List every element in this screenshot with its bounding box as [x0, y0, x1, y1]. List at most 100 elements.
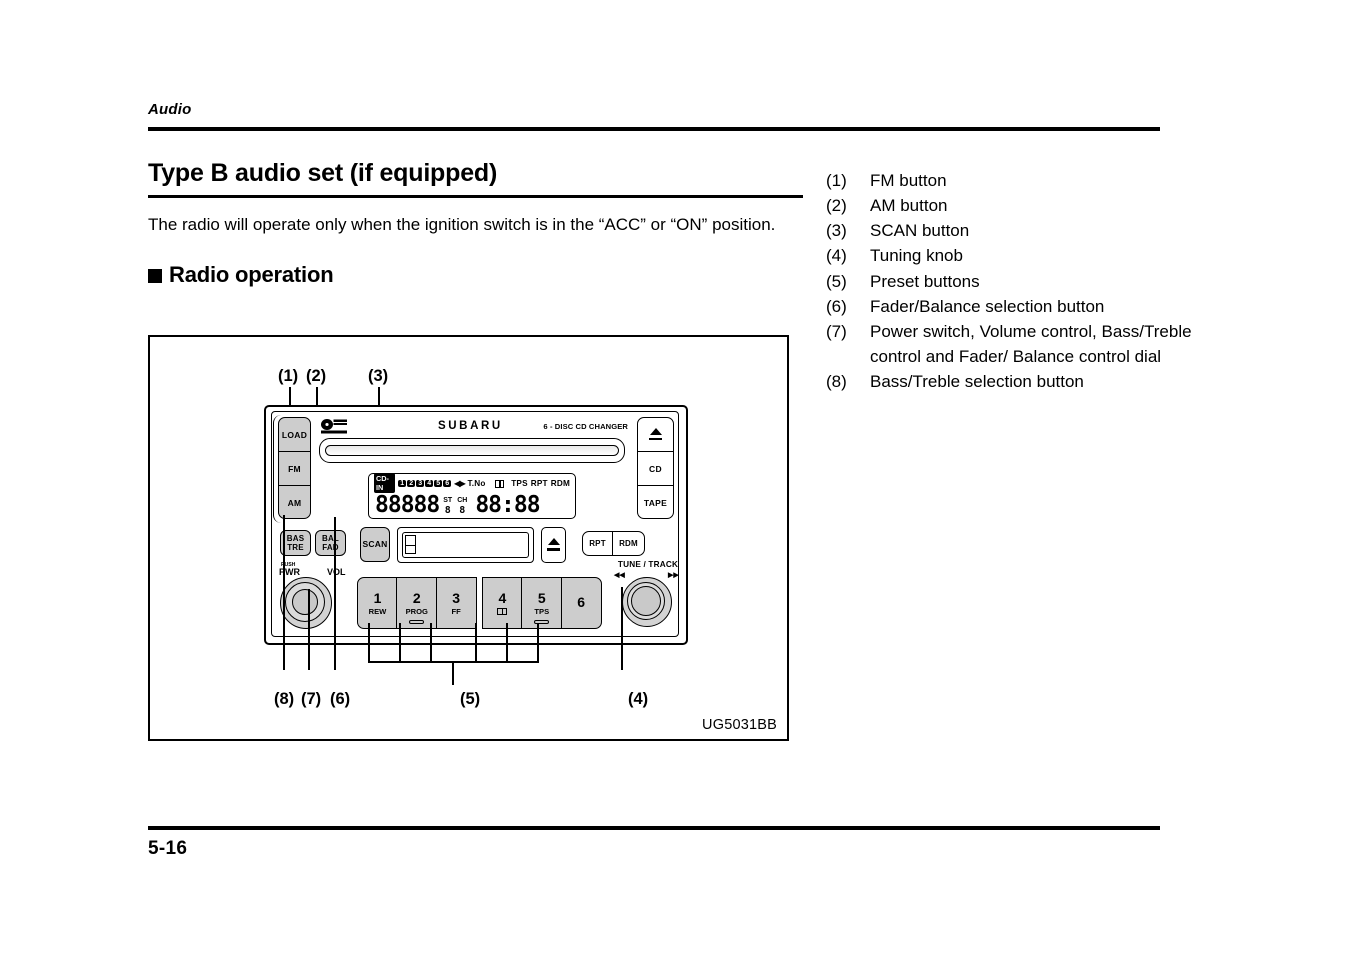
legend-5-number: (5): [826, 271, 847, 291]
chapter-header: Audio: [148, 101, 192, 118]
callout-line-5a: [368, 623, 371, 663]
load-button[interactable]: LOAD: [279, 418, 310, 452]
knob-center: [631, 586, 661, 616]
repeat-button[interactable]: RPT: [582, 531, 613, 556]
lcd-disc-4: 4: [425, 479, 434, 487]
content-column: Type B audio set (if equipped) The radio…: [148, 159, 808, 288]
legend-item-3: (3) SCAN button: [826, 218, 1226, 243]
preset-3-number: 3: [452, 589, 461, 606]
preset-1-sublabel: REW: [368, 606, 387, 616]
balance-fader-selection-button[interactable]: BAL FAD: [315, 530, 346, 556]
lcd-ch-digit: 8: [459, 505, 466, 516]
source-button-stack-right: CD TAPE: [637, 417, 674, 519]
fm-button[interactable]: FM: [279, 452, 310, 486]
callout-label-4: (4): [628, 690, 649, 708]
callout-line-4: [621, 587, 624, 670]
brand-row: SUBARU 6 - DISC CD CHANGER: [318, 417, 628, 439]
preset-5-number: 5: [537, 589, 546, 606]
balance-fader-line2: FAD: [322, 543, 339, 552]
seek-next-icon: ▶▶: [668, 572, 679, 579]
lcd-track-arrows-icon: ◀▶: [454, 478, 465, 488]
lcd-tps-indicator: TPS: [511, 478, 528, 488]
lcd-st-digit: 8: [444, 505, 451, 516]
callout-line-5f: [537, 623, 540, 663]
bass-treble-line1: BAS: [286, 533, 305, 543]
legend-5-text: Preset buttons: [870, 271, 980, 291]
legend-item-7: (7) Power switch, Volume control, Bass/T…: [826, 319, 1226, 369]
cd-button[interactable]: CD: [638, 452, 673, 486]
legend-item-4: (4) Tuning knob: [826, 243, 1226, 268]
preset-1-number: 1: [373, 589, 382, 606]
callout-label-8: (8): [274, 690, 295, 708]
legend-8-text: Bass/Treble selection button: [870, 372, 1084, 392]
lcd-main-digits: 88888: [375, 492, 440, 518]
title-underline: [148, 194, 803, 198]
random-button[interactable]: RDM: [612, 531, 645, 556]
callout-line-7: [308, 589, 311, 670]
tape-button[interactable]: TAPE: [638, 486, 673, 518]
eject-icon: [547, 538, 560, 551]
compact-disc-logo-icon: [321, 419, 347, 434]
lcd-display: CD-IN 1 2 3 4 5 6 ◀▶ T.No TPS RPT RDM 88…: [368, 473, 576, 519]
tuning-knob[interactable]: [622, 577, 672, 627]
preset-5-sublabel: TPS: [534, 606, 550, 616]
lcd-rdm-indicator: RDM: [550, 478, 570, 488]
lcd-digit-row: 88888 ST 8 CH 8 88:88: [375, 490, 569, 518]
dolby-noise-reduction-icon: [497, 607, 508, 616]
brand-name: SUBARU: [438, 420, 503, 432]
preset-button-6[interactable]: 6: [560, 577, 602, 629]
preset-button-5[interactable]: 5 TPS: [521, 577, 563, 629]
callout-line-5-stem: [452, 661, 455, 685]
preset-2-indicator: [409, 619, 425, 624]
preset-button-3[interactable]: 3 FF: [435, 577, 477, 629]
callout-label-3: (3): [368, 367, 389, 385]
radio-head-unit: LOAD FM AM CD TAPE SUBARU 6 - DISC CD CH…: [264, 405, 688, 645]
legend-6-number: (6): [826, 296, 847, 316]
legend-item-6: (6) Fader/Balance selection button: [826, 294, 1226, 319]
cd-eject-button[interactable]: [638, 418, 673, 452]
legend-item-2: (2) AM button: [826, 193, 1226, 218]
lcd-disc-6: 6: [443, 479, 452, 487]
legend-list: (1) FM button (2) AM button (3) SCAN but…: [826, 168, 1226, 394]
lcd-indicator-row: CD-IN 1 2 3 4 5 6 ◀▶ T.No TPS RPT RDM: [374, 473, 570, 493]
lcd-disc-2: 2: [407, 479, 416, 487]
intro-paragraph: The radio will operate only when the ign…: [148, 214, 776, 234]
cd-slot-opening: [325, 445, 619, 456]
callout-label-5: (5): [460, 690, 481, 708]
lcd-track-no-label: T.No: [467, 478, 486, 488]
preset-6-number: 6: [577, 594, 585, 610]
cassette-slot-lip: [402, 532, 529, 558]
legend-1-text: FM button: [870, 171, 947, 190]
preset-button-4[interactable]: 4: [481, 577, 523, 629]
legend-1-number: (1): [826, 171, 847, 190]
volume-label: VOL: [327, 567, 346, 577]
cd-changer-label: 6 - DISC CD CHANGER: [543, 422, 628, 431]
legend-7-number: (7): [826, 321, 847, 341]
legend-8-number: (8): [826, 372, 847, 392]
callout-line-8: [283, 515, 286, 670]
callout-label-6: (6): [330, 690, 351, 708]
figure-radio-operation: (1) (2) (3) LOAD FM AM CD TAPE SUBARU 6 …: [148, 335, 789, 741]
callout-line-5e: [506, 623, 509, 663]
callout-label-1: (1): [278, 367, 299, 385]
legend-item-5: (5) Preset buttons: [826, 269, 1226, 294]
header-divider: [148, 127, 1160, 131]
power-volume-knob[interactable]: [280, 577, 332, 629]
footer-divider: [148, 826, 1160, 830]
preset-2-number: 2: [412, 589, 421, 606]
legend-4-number: (4): [826, 246, 847, 266]
callout-line-5c: [430, 623, 433, 663]
cassette-slot: [397, 527, 534, 563]
tune-track-label: TUNE / TRACK: [617, 560, 679, 569]
lcd-st-label: ST: [443, 497, 453, 504]
preset-button-1[interactable]: 1 REW: [357, 577, 398, 629]
scan-button[interactable]: SCAN: [360, 527, 390, 562]
balance-fader-line1: BAL: [321, 533, 340, 543]
callout-line-6: [334, 517, 337, 670]
bass-treble-line2: TRE: [287, 543, 304, 552]
callout-label-2: (2): [306, 367, 327, 385]
lcd-disc-number-group: 1 2 3 4 5 6: [398, 479, 452, 487]
tape-eject-button[interactable]: [541, 527, 566, 563]
legend-6-text: Fader/Balance selection button: [870, 296, 1105, 316]
preset-button-2[interactable]: 2 PROG: [396, 577, 438, 629]
